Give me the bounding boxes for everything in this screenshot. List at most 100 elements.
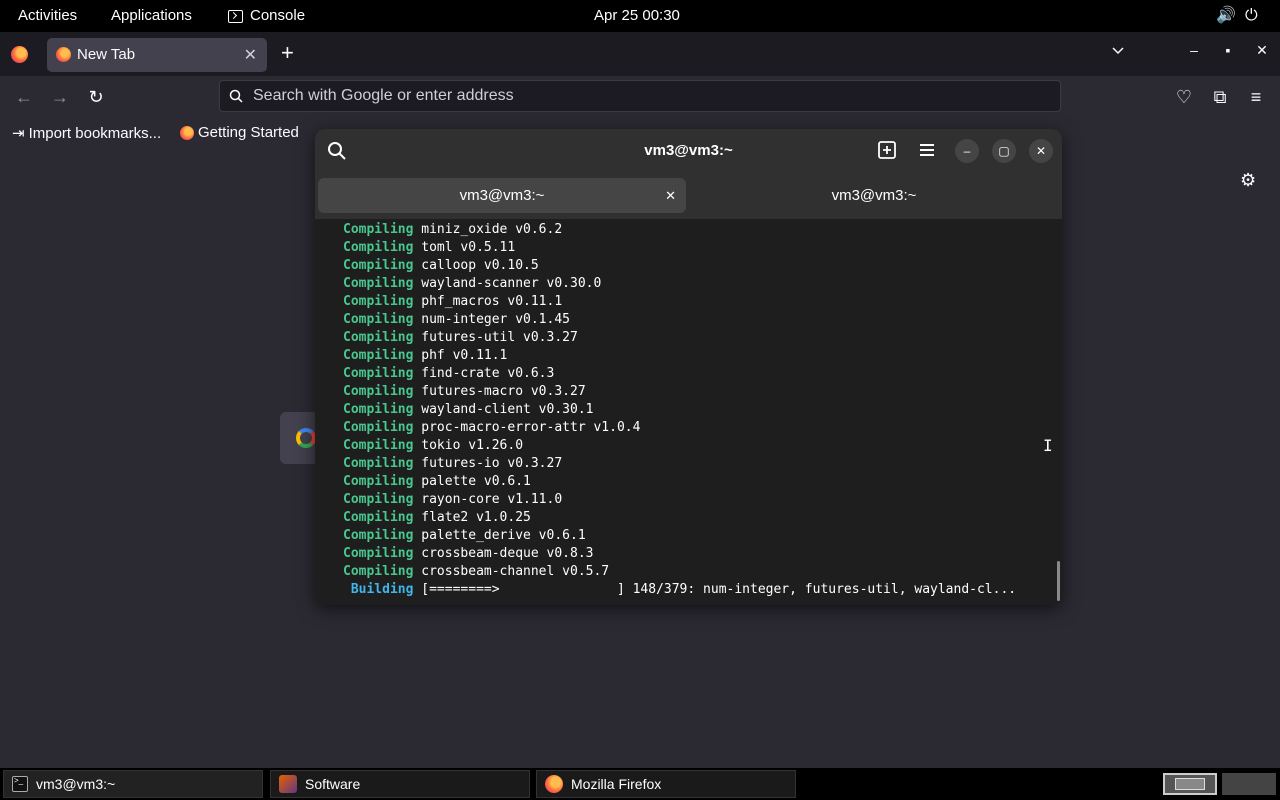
firefox-logo-icon[interactable] bbox=[11, 46, 28, 63]
google-shortcut-tile[interactable] bbox=[280, 412, 320, 464]
compiling-keyword: Compiling bbox=[343, 528, 414, 543]
taskbar-item-firefox[interactable]: Mozilla Firefox bbox=[536, 770, 796, 798]
compiling-keyword: Compiling bbox=[343, 384, 414, 399]
terminal-line: Compiling wayland-client v0.30.1 bbox=[343, 401, 1062, 419]
compiling-keyword: Compiling bbox=[343, 420, 414, 435]
address-input[interactable] bbox=[253, 85, 1043, 107]
compiling-keyword: Compiling bbox=[343, 294, 414, 309]
crate-name: palette v0.6.1 bbox=[421, 474, 531, 489]
minimize-button[interactable]: – bbox=[955, 139, 979, 163]
minimize-button[interactable]: – bbox=[1184, 42, 1204, 58]
terminal-line: Compiling flate2 v1.0.25 bbox=[343, 509, 1062, 527]
taskbar-item-terminal[interactable]: vm3@vm3:~ bbox=[3, 770, 263, 798]
taskbar-label: vm3@vm3:~ bbox=[36, 776, 116, 792]
terminal-icon bbox=[228, 9, 243, 23]
nav-bar: ← → ↻ ♡ ⧉ ≡ bbox=[0, 76, 1280, 118]
terminal-line: Compiling crossbeam-deque v0.8.3 bbox=[343, 545, 1062, 563]
terminal-output[interactable]: Compiling miniz_oxide v0.6.2 Compiling to… bbox=[315, 219, 1062, 605]
firefox-favicon-icon bbox=[56, 47, 71, 62]
terminal-line: Compiling futures-util v0.3.27 bbox=[343, 329, 1062, 347]
forward-arrow-icon[interactable]: → bbox=[48, 85, 72, 109]
taskbar-item-software[interactable]: Software bbox=[270, 770, 530, 798]
compiling-keyword: Compiling bbox=[343, 510, 414, 525]
import-bookmarks-link[interactable]: ⇥ Import bookmarks... bbox=[12, 124, 162, 143]
chevron-down-icon[interactable] bbox=[1111, 44, 1125, 58]
console-app-menu[interactable]: Console bbox=[228, 0, 305, 32]
terminal-line: Compiling num-integer v0.1.45 bbox=[343, 311, 1062, 329]
workspace-1-thumbnail[interactable] bbox=[1163, 773, 1217, 795]
terminal-line: Compiling wayland-scanner v0.30.0 bbox=[343, 275, 1062, 293]
pocket-icon[interactable]: ♡ bbox=[1172, 85, 1196, 109]
close-window-button[interactable]: ✕ bbox=[1252, 42, 1272, 59]
applications-menu[interactable]: Applications bbox=[111, 0, 192, 32]
crate-name: futures-util v0.3.27 bbox=[421, 330, 578, 345]
extensions-icon[interactable]: ⧉ bbox=[1208, 85, 1232, 109]
new-tab-icon[interactable] bbox=[877, 140, 897, 160]
tab-new-tab[interactable]: New Tab ✕ bbox=[47, 38, 267, 72]
compiling-keyword: Compiling bbox=[343, 474, 414, 489]
crate-name: calloop v0.10.5 bbox=[421, 258, 539, 273]
power-icon[interactable]: ⏻ bbox=[1245, 0, 1258, 32]
crate-name: palette_derive v0.6.1 bbox=[421, 528, 586, 543]
compiling-keyword: Compiling bbox=[343, 222, 414, 237]
url-bar[interactable] bbox=[219, 80, 1061, 112]
crate-name: num-integer v0.1.45 bbox=[421, 312, 570, 327]
compiling-keyword: Compiling bbox=[343, 258, 414, 273]
gear-icon[interactable]: ⚙ bbox=[1240, 170, 1256, 191]
hamburger-menu-icon[interactable]: ≡ bbox=[1244, 85, 1268, 109]
text-cursor-icon: I bbox=[1043, 436, 1053, 455]
tab-terminal-2[interactable]: vm3@vm3:~ bbox=[690, 178, 1058, 213]
building-keyword: Building bbox=[350, 582, 414, 597]
console-header-bar: vm3@vm3:~ – ▢ ✕ bbox=[315, 129, 1062, 173]
compiling-keyword: Compiling bbox=[343, 312, 414, 327]
crate-name: crossbeam-channel v0.5.7 bbox=[421, 564, 610, 579]
close-tab-icon[interactable]: ✕ bbox=[244, 45, 257, 65]
terminal-line: Compiling futures-io v0.3.27 bbox=[343, 455, 1062, 473]
compiling-keyword: Compiling bbox=[343, 330, 414, 345]
terminal-line: Compiling miniz_oxide v0.6.2 bbox=[343, 221, 1062, 239]
top-bar: Activities Applications Console Apr 25 0… bbox=[0, 0, 1280, 32]
close-window-button[interactable]: ✕ bbox=[1029, 139, 1053, 163]
maximize-button[interactable]: ▢ bbox=[992, 139, 1016, 163]
compiling-keyword: Compiling bbox=[343, 546, 414, 561]
terminal-line: Compiling proc-macro-error-attr v1.0.4 bbox=[343, 419, 1062, 437]
terminal-line: Compiling phf v0.11.1 bbox=[343, 347, 1062, 365]
close-tab-icon[interactable]: ✕ bbox=[665, 178, 676, 213]
hamburger-menu-icon[interactable] bbox=[917, 140, 937, 160]
taskbar: vm3@vm3:~ Software Mozilla Firefox bbox=[0, 768, 1280, 800]
terminal-line: Compiling phf_macros v0.11.1 bbox=[343, 293, 1062, 311]
new-tab-button[interactable]: + bbox=[281, 42, 294, 64]
reload-icon[interactable]: ↻ bbox=[84, 85, 108, 109]
maximize-button[interactable]: ▪ bbox=[1218, 42, 1238, 58]
tab-terminal-1[interactable]: vm3@vm3:~ ✕ bbox=[318, 178, 686, 213]
compiling-keyword: Compiling bbox=[343, 492, 414, 507]
crate-name: phf v0.11.1 bbox=[421, 348, 508, 363]
console-window-title: vm3@vm3:~ bbox=[644, 142, 733, 159]
crate-name: wayland-client v0.30.1 bbox=[421, 402, 594, 417]
crate-name: find-crate v0.6.3 bbox=[421, 366, 555, 381]
getting-started-bookmark[interactable]: Getting Started bbox=[180, 124, 299, 141]
crate-name: phf_macros v0.11.1 bbox=[421, 294, 563, 309]
activities-button[interactable]: Activities bbox=[18, 0, 77, 32]
clock[interactable]: Apr 25 00:30 bbox=[594, 0, 680, 32]
terminal-line-building: Building [========> ] 148/379: num-integ… bbox=[343, 581, 1062, 599]
console-window: vm3@vm3:~ – ▢ ✕ vm3@vm3:~ ✕ vm3@vm3:~ Co… bbox=[315, 129, 1062, 605]
scrollbar[interactable] bbox=[1057, 561, 1060, 601]
terminal-line: Compiling calloop v0.10.5 bbox=[343, 257, 1062, 275]
bookmark-label: Import bookmarks... bbox=[28, 124, 162, 142]
back-arrow-icon[interactable]: ← bbox=[12, 85, 36, 109]
compiling-keyword: Compiling bbox=[343, 276, 414, 291]
compiling-keyword: Compiling bbox=[343, 456, 414, 471]
crate-name: tokio v1.26.0 bbox=[421, 438, 524, 453]
console-tab-bar: vm3@vm3:~ ✕ vm3@vm3:~ bbox=[315, 173, 1062, 219]
volume-icon[interactable]: 🔊 bbox=[1216, 0, 1236, 32]
software-store-icon bbox=[279, 775, 297, 793]
bookmark-label: Getting Started bbox=[198, 124, 299, 141]
taskbar-label: Mozilla Firefox bbox=[571, 776, 662, 792]
compiling-keyword: Compiling bbox=[343, 402, 414, 417]
crate-name: crossbeam-deque v0.8.3 bbox=[421, 546, 594, 561]
compiling-keyword: Compiling bbox=[343, 366, 414, 381]
crate-name: toml v0.5.11 bbox=[421, 240, 516, 255]
workspace-2-thumbnail[interactable] bbox=[1222, 773, 1276, 795]
terminal-line: Compiling find-crate v0.6.3 bbox=[343, 365, 1062, 383]
